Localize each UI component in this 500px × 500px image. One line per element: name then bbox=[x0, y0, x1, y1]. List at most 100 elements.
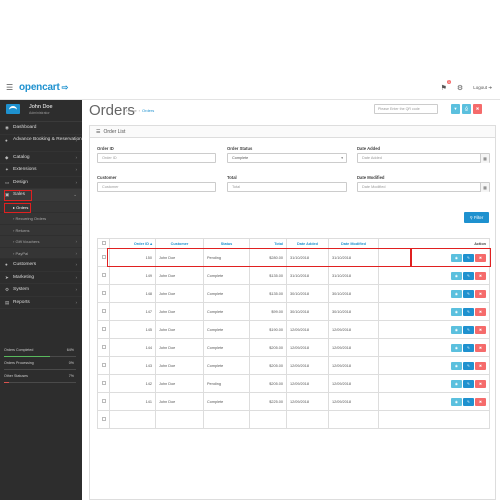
user-profile[interactable]: John Doe Administrator bbox=[0, 100, 82, 122]
row-checkbox[interactable] bbox=[101, 309, 106, 313]
select-all-checkbox[interactable] bbox=[101, 241, 106, 245]
cell-order-id: 150 bbox=[109, 248, 156, 267]
date-added-placeholder: Date Added bbox=[362, 156, 382, 160]
row-checkbox[interactable] bbox=[101, 273, 106, 277]
orders-highlight-box bbox=[4, 202, 31, 213]
date-modified-input[interactable]: Date Modified ▦ bbox=[357, 182, 490, 192]
view-order-button[interactable]: ◉ bbox=[451, 343, 462, 352]
calendar-icon[interactable]: ▦ bbox=[480, 183, 489, 192]
breadcrumb-orders[interactable]: Orders bbox=[142, 108, 154, 113]
delete-order-button[interactable]: ✖ bbox=[475, 271, 486, 280]
sidebar-item-catalog[interactable]: ◆ Catalog › bbox=[0, 152, 82, 164]
row-checkbox[interactable] bbox=[101, 381, 106, 385]
row-checkbox[interactable] bbox=[101, 399, 106, 403]
delete-order-button[interactable]: ✖ bbox=[475, 289, 486, 298]
avatar bbox=[6, 104, 20, 114]
delete-button[interactable]: ✖ bbox=[473, 104, 482, 114]
cell-date-added: 31/10/2018 bbox=[286, 266, 329, 285]
sidebar-item-system[interactable]: ⚙ System › bbox=[0, 284, 82, 297]
row-checkbox[interactable] bbox=[101, 327, 106, 331]
sidebar-item-customers[interactable]: ● Customers › bbox=[0, 259, 82, 272]
row-checkbox[interactable] bbox=[101, 417, 106, 421]
sidebar-subitem-recurring-orders[interactable]: › Recurring Orders bbox=[0, 213, 82, 225]
delete-order-button[interactable]: ✖ bbox=[475, 307, 486, 316]
delete-order-button[interactable]: ✖ bbox=[475, 343, 486, 352]
delete-order-button[interactable]: ✖ bbox=[475, 253, 486, 262]
order-id-input[interactable]: Order ID bbox=[97, 153, 216, 163]
sidebar-subitem-gift-vouchers[interactable]: › Gift Vouchers › bbox=[0, 236, 82, 248]
opencart-logo[interactable]: opencart ⇨ bbox=[19, 82, 68, 93]
edit-order-button[interactable]: ✎ bbox=[463, 325, 474, 334]
sidebar-item-marketing[interactable]: ➤ Marketing › bbox=[0, 272, 82, 284]
cell-date-modified: 30/10/2018 bbox=[328, 284, 379, 303]
sidebar-item-label: Extensions bbox=[13, 167, 37, 172]
view-order-button[interactable]: ◉ bbox=[451, 289, 462, 298]
status-bar bbox=[4, 356, 76, 357]
cell-total: $135.00 bbox=[249, 284, 287, 303]
col-order-id[interactable]: Order ID ▴ bbox=[109, 238, 156, 249]
delete-order-button[interactable]: ✖ bbox=[475, 325, 486, 334]
date-added-input[interactable]: Date Added ▦ bbox=[357, 153, 490, 163]
table-header-row: Order ID ▴ Customer Status Total Date Ad… bbox=[97, 238, 490, 249]
menu-toggle-icon[interactable]: ☰ bbox=[6, 84, 13, 92]
row-checkbox[interactable] bbox=[101, 255, 106, 259]
sidebar-subitem-returns[interactable]: › Returns bbox=[0, 224, 82, 236]
sidebar-item-sales[interactable]: ▣ Sales ⌄ bbox=[0, 189, 82, 202]
top-header: ☰ opencart ⇨ ⚑ 1 ⚙ Logout ➜ bbox=[0, 76, 500, 100]
view-order-button[interactable]: ◉ bbox=[451, 361, 462, 370]
edit-order-button[interactable]: ✎ bbox=[463, 253, 474, 262]
view-order-button[interactable]: ◉ bbox=[451, 397, 462, 406]
sidebar-item-dashboard[interactable]: ◉ Dashboard bbox=[0, 122, 82, 135]
toggle-filter-button[interactable]: ▼ bbox=[451, 104, 460, 114]
qr-code-input[interactable]: Please Enter the QR code bbox=[374, 104, 438, 114]
view-order-button[interactable]: ◉ bbox=[451, 271, 462, 280]
row-checkbox[interactable] bbox=[101, 363, 106, 367]
edit-order-button[interactable]: ✎ bbox=[463, 271, 474, 280]
customer-input[interactable]: Customer bbox=[97, 182, 216, 192]
table-row: 150 John Doe Pending $280.00 31/10/2018 31/10… bbox=[97, 248, 490, 267]
sidebar-item-advance-booking[interactable]: ● Advance Booking & Reservation › bbox=[0, 135, 82, 152]
col-status[interactable]: Status bbox=[203, 238, 250, 249]
filter-button[interactable]: ⚲ Filter bbox=[464, 212, 489, 223]
delete-order-button[interactable]: ✖ bbox=[475, 397, 486, 406]
sidebar-subitem-paypal[interactable]: › PayPal › bbox=[0, 247, 82, 259]
cell-order-id: 145 bbox=[109, 320, 156, 339]
sidebar-subitem-orders[interactable]: ▸ Orders bbox=[0, 201, 82, 213]
trash-icon: ✖ bbox=[475, 106, 480, 111]
filter-button-label: Filter bbox=[473, 215, 484, 220]
logo-text: opencart bbox=[19, 82, 60, 93]
col-total[interactable]: Total bbox=[249, 238, 287, 249]
row-checkbox[interactable] bbox=[101, 291, 106, 295]
edit-order-button[interactable]: ✎ bbox=[463, 379, 474, 388]
col-customer[interactable]: Customer bbox=[155, 238, 204, 249]
sidebar-item-design[interactable]: ▭ Design › bbox=[0, 177, 82, 189]
cell-date-modified: 30/10/2018 bbox=[328, 302, 379, 321]
total-input[interactable]: Total bbox=[227, 182, 347, 192]
edit-order-button[interactable]: ✎ bbox=[463, 289, 474, 298]
row-checkbox-cell bbox=[97, 248, 110, 267]
sidebar-item-reports[interactable]: ▤ Reports › bbox=[0, 297, 82, 309]
sidebar-item-extensions[interactable]: ✦ Extensions › bbox=[0, 164, 82, 177]
edit-order-button[interactable]: ✎ bbox=[463, 397, 474, 406]
logout-link[interactable]: Logout ➜ bbox=[473, 85, 492, 91]
col-date-added[interactable]: Date Added bbox=[286, 238, 329, 249]
edit-order-button[interactable]: ✎ bbox=[463, 307, 474, 316]
edit-order-button[interactable]: ✎ bbox=[463, 343, 474, 352]
view-order-button[interactable]: ◉ bbox=[451, 325, 462, 334]
order-status-select[interactable]: Complete ▾ bbox=[227, 153, 347, 163]
cell-date-modified bbox=[328, 410, 379, 429]
delete-order-button[interactable]: ✖ bbox=[475, 361, 486, 370]
cell-order-id: 148 bbox=[109, 284, 156, 303]
notification-bell-icon[interactable]: ⚑ 1 bbox=[441, 80, 451, 92]
col-date-modified[interactable]: Date Modified bbox=[328, 238, 379, 249]
edit-order-button[interactable]: ✎ bbox=[463, 361, 474, 370]
view-order-button[interactable]: ◉ bbox=[451, 253, 462, 262]
row-checkbox[interactable] bbox=[101, 345, 106, 349]
view-order-button[interactable]: ◉ bbox=[451, 307, 462, 316]
print-invoice-button[interactable]: ⎙ bbox=[462, 104, 471, 114]
breadcrumb-home[interactable]: Home bbox=[126, 108, 137, 113]
calendar-icon[interactable]: ▦ bbox=[480, 154, 489, 163]
help-icon[interactable]: ⚙ bbox=[457, 84, 463, 92]
delete-order-button[interactable]: ✖ bbox=[475, 379, 486, 388]
view-order-button[interactable]: ◉ bbox=[451, 379, 462, 388]
